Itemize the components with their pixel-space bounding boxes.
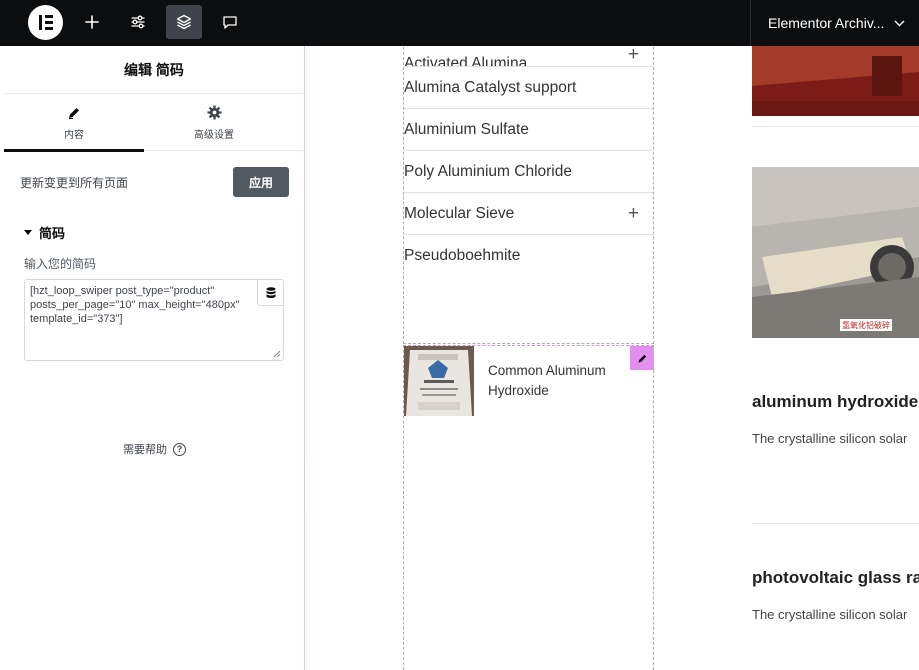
menu-item[interactable]: Molecular Sieve +: [404, 193, 653, 235]
post-title[interactable]: photovoltaic glass ra: [752, 568, 919, 588]
panel-title: 编辑 简码: [4, 46, 304, 94]
menu-item[interactable]: Activated Alumina +: [404, 46, 653, 67]
product-image[interactable]: [404, 346, 474, 416]
section-shortcode-toggle[interactable]: 简码: [4, 215, 304, 249]
shortcode-field-label: 输入您的简码: [24, 257, 97, 271]
site-switcher[interactable]: Elementor Archiv...: [750, 0, 919, 46]
dynamic-tags-button[interactable]: [257, 279, 284, 306]
menu-item-label: Activated Alumina: [404, 55, 528, 67]
chevron-down-icon: [894, 20, 905, 26]
post-excerpt: The crystalline silicon solar: [752, 431, 908, 446]
help-link[interactable]: 需要帮助 ?: [4, 441, 305, 457]
editor-panel: 编辑 简码 内容 高级设置 更新变更到所有页面 应用 简码 输入您的简码 [hz…: [4, 46, 305, 670]
gear-icon: [206, 105, 222, 121]
divider: [752, 126, 919, 127]
layers-icon: [176, 14, 192, 30]
shortcode-value[interactable]: [hzt_loop_swiper post_type="product" pos…: [25, 280, 285, 326]
menu-item[interactable]: Pseudoboehmite: [404, 235, 653, 277]
sliders-icon: [131, 15, 145, 29]
edit-widget-button[interactable]: [630, 346, 654, 370]
tab-content-label: 内容: [64, 129, 84, 141]
question-icon: ?: [173, 442, 186, 456]
post-excerpt: The crystalline silicon solar: [752, 607, 908, 622]
menu-item-label: Poly Aluminium Chloride: [404, 162, 572, 180]
menu-item[interactable]: Aluminium Sulfate: [404, 109, 653, 151]
help-label: 需要帮助: [123, 444, 167, 456]
post-title[interactable]: aluminum hydroxide: [752, 392, 918, 412]
menu-item-label: Aluminium Sulfate: [404, 120, 529, 138]
tab-advanced-label: 高级设置: [194, 129, 234, 141]
post-image[interactable]: [752, 46, 919, 116]
update-label: 更新变更到所有页面: [20, 175, 129, 190]
menu-item-label: Molecular Sieve: [404, 204, 515, 222]
shortcode-widget[interactable]: Common Aluminum Hydroxide: [403, 345, 654, 670]
plus-icon: [85, 15, 99, 29]
site-settings-button[interactable]: [120, 5, 156, 39]
shortcode-textarea[interactable]: [hzt_loop_swiper post_type="product" pos…: [24, 279, 284, 361]
resize-handle-icon[interactable]: [273, 350, 281, 358]
tab-content[interactable]: 内容: [4, 94, 144, 152]
pencil-icon: [637, 354, 646, 363]
post-image[interactable]: 氢氧化铝破碎: [752, 167, 919, 338]
plus-icon[interactable]: +: [628, 46, 639, 66]
site-name-label: Elementor Archiv...: [768, 15, 885, 31]
global-update-row: 更新变更到所有页面 应用: [4, 151, 304, 213]
category-menu: Activated Alumina + Alumina Catalyst sup…: [403, 46, 654, 344]
menu-item[interactable]: Alumina Catalyst support: [404, 67, 653, 109]
database-icon: [266, 286, 275, 298]
caret-down-icon: [24, 229, 32, 235]
divider: [752, 523, 919, 524]
menu-item-label: Alumina Catalyst support: [404, 78, 577, 96]
image-caption: 氢氧化铝破碎: [842, 320, 890, 330]
top-bar: Elementor Archiv...: [0, 0, 919, 46]
tab-advanced[interactable]: 高级设置: [144, 94, 284, 151]
panel-tabs: 内容 高级设置: [4, 94, 304, 152]
elementor-logo-icon[interactable]: [28, 5, 63, 40]
menu-item[interactable]: Poly Aluminium Chloride: [404, 151, 653, 193]
section-title: 简码: [39, 225, 66, 241]
product-title[interactable]: Common Aluminum Hydroxide: [488, 361, 628, 401]
chat-icon: [223, 16, 237, 29]
posts-column: 氢氧化铝破碎 aluminum hydroxide The crystallin…: [752, 46, 919, 670]
add-element-button[interactable]: [74, 5, 110, 39]
notes-button[interactable]: [212, 5, 248, 39]
menu-item-label: Pseudoboehmite: [404, 247, 521, 264]
plus-icon[interactable]: +: [628, 203, 639, 225]
editor-root: Elementor Archiv... 编辑 简码 内容 高级设置 更新变更到所…: [0, 0, 919, 670]
structure-button[interactable]: [166, 5, 202, 39]
apply-button[interactable]: 应用: [233, 167, 289, 197]
pencil-icon: [67, 105, 81, 121]
preview-canvas: Activated Alumina + Alumina Catalyst sup…: [306, 46, 919, 670]
